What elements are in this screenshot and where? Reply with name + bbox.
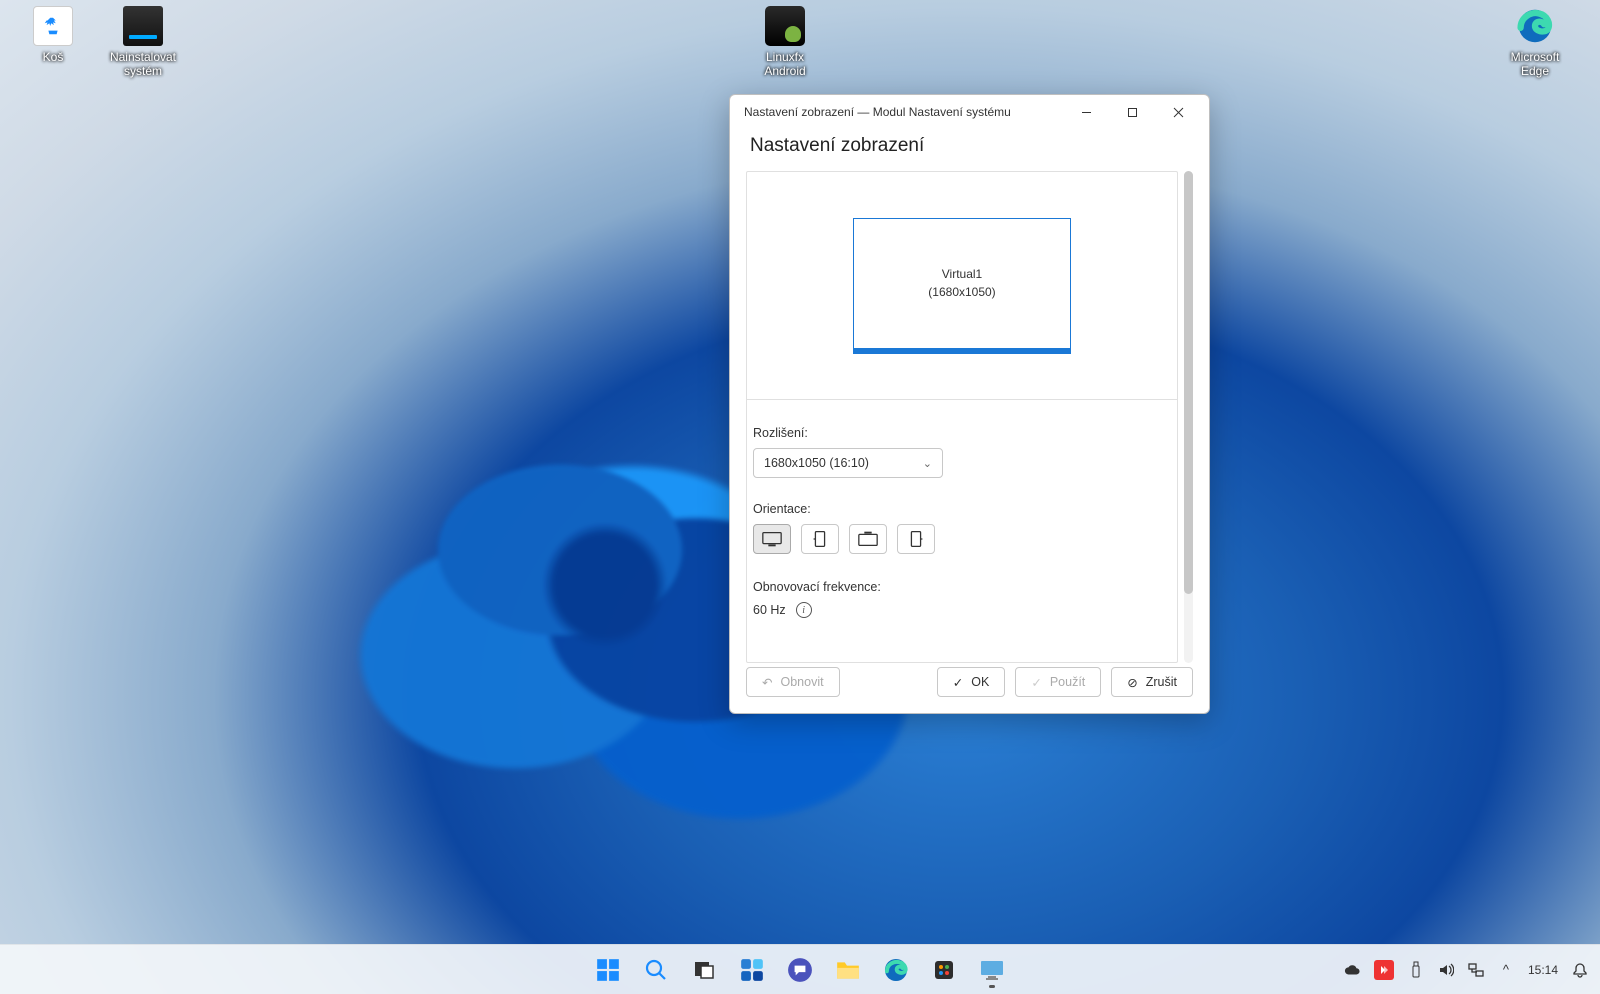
cancel-button[interactable]: ⊘ Zrušit — [1111, 667, 1193, 697]
desktop-icon-label: Linuxfx Android — [740, 50, 830, 78]
taskbar-file-explorer[interactable] — [827, 950, 869, 990]
page-title: Nastavení zobrazení — [730, 129, 1209, 171]
desktop-icon-install-system[interactable]: Nainstalovat systém — [98, 6, 188, 86]
monitor-name: Virtual1 — [942, 265, 982, 283]
tray-anydesk-icon[interactable] — [1374, 960, 1394, 980]
resolution-value: 1680x1050 (16:10) — [764, 456, 869, 470]
window-content: Virtual1 (1680x1050) Rozlišení: 1680x105… — [730, 171, 1209, 663]
tray-clock[interactable]: 15:14 — [1528, 963, 1558, 977]
desktop: Koš Nainstalovat systém Linuxfx Android … — [0, 0, 1600, 994]
tray-network-icon[interactable] — [1468, 962, 1484, 978]
orientation-landscape-flipped[interactable] — [849, 524, 887, 554]
taskbar: ^ 15:14 — [0, 944, 1600, 994]
refresh-rate-label: Obnovovací frekvence: — [753, 580, 1171, 594]
check-icon: ✓ — [953, 675, 963, 690]
search-button[interactable] — [635, 950, 677, 990]
resolution-label: Rozlišení: — [753, 426, 1171, 440]
scrollbar-thumb[interactable] — [1184, 171, 1193, 594]
taskbar-display-settings[interactable] — [971, 950, 1013, 990]
refresh-button[interactable]: ↶ Obnovit — [746, 667, 840, 697]
display-settings-window: Nastavení zobrazení — Modul Nastavení sy… — [729, 94, 1210, 714]
cancel-icon: ⊘ — [1127, 675, 1137, 690]
hdd-icon — [123, 6, 163, 46]
orientation-portrait-right[interactable] — [897, 524, 935, 554]
tray-volume-icon[interactable] — [1438, 962, 1454, 978]
orientation-buttons — [753, 524, 1171, 554]
tray-cloud-icon[interactable] — [1344, 962, 1360, 978]
tray-usb-icon[interactable] — [1408, 962, 1424, 978]
taskbar-chat-button[interactable] — [779, 950, 821, 990]
info-icon[interactable]: i — [796, 602, 812, 618]
task-view-button[interactable] — [683, 950, 725, 990]
refresh-rate-value: 60 Hz — [753, 603, 786, 617]
tray-chevron-up-icon[interactable]: ^ — [1498, 962, 1514, 978]
minimize-button[interactable] — [1063, 97, 1109, 127]
maximize-button[interactable] — [1109, 97, 1155, 127]
desktop-icon-label: Microsoft Edge — [1490, 50, 1580, 78]
vertical-scrollbar[interactable] — [1184, 171, 1193, 663]
chevron-down-icon: ⌄ — [923, 457, 932, 470]
close-button[interactable] — [1155, 97, 1201, 127]
desktop-icon-label: Nainstalovat systém — [98, 50, 188, 78]
monitor-virtual1[interactable]: Virtual1 (1680x1050) — [853, 218, 1071, 354]
display-form: Rozlišení: 1680x1050 (16:10) ⌄ Orientace… — [747, 400, 1177, 624]
desktop-icon-label: Koš — [8, 50, 98, 64]
android-icon — [765, 6, 805, 46]
tray-notifications-icon[interactable] — [1572, 962, 1588, 978]
trash-icon — [33, 6, 73, 46]
taskbar-edge[interactable] — [875, 950, 917, 990]
desktop-icon-microsoft-edge[interactable]: Microsoft Edge — [1490, 6, 1580, 86]
desktop-icon-trash[interactable]: Koš — [8, 6, 98, 72]
display-arrangement-canvas[interactable]: Virtual1 (1680x1050) — [747, 172, 1177, 400]
window-title: Nastavení zobrazení — Modul Nastavení sy… — [744, 105, 1063, 119]
taskbar-center — [587, 950, 1013, 990]
monitor-resolution: (1680x1050) — [928, 283, 995, 301]
orientation-portrait-left[interactable] — [801, 524, 839, 554]
check-icon: ✓ — [1031, 675, 1041, 690]
ok-button[interactable]: ✓ OK — [937, 667, 1006, 697]
system-tray: ^ 15:14 — [1344, 960, 1588, 980]
dialog-button-bar: ↶ Obnovit ✓ OK ✓ Použít ⊘ Zrušit — [730, 663, 1209, 713]
refresh-rate-row: 60 Hz i — [753, 602, 1171, 618]
resolution-combobox[interactable]: 1680x1050 (16:10) ⌄ — [753, 448, 943, 478]
orientation-label: Orientace: — [753, 502, 1171, 516]
start-button[interactable] — [587, 950, 629, 990]
taskbar-app-launcher[interactable] — [923, 950, 965, 990]
undo-icon: ↶ — [762, 675, 772, 690]
edge-icon — [1515, 6, 1555, 46]
titlebar[interactable]: Nastavení zobrazení — Modul Nastavení sy… — [730, 95, 1209, 129]
settings-panel: Virtual1 (1680x1050) Rozlišení: 1680x105… — [746, 171, 1178, 663]
apply-button[interactable]: ✓ Použít — [1015, 667, 1101, 697]
desktop-icon-linuxfx-android[interactable]: Linuxfx Android — [740, 6, 830, 86]
widgets-button[interactable] — [731, 950, 773, 990]
orientation-landscape[interactable] — [753, 524, 791, 554]
